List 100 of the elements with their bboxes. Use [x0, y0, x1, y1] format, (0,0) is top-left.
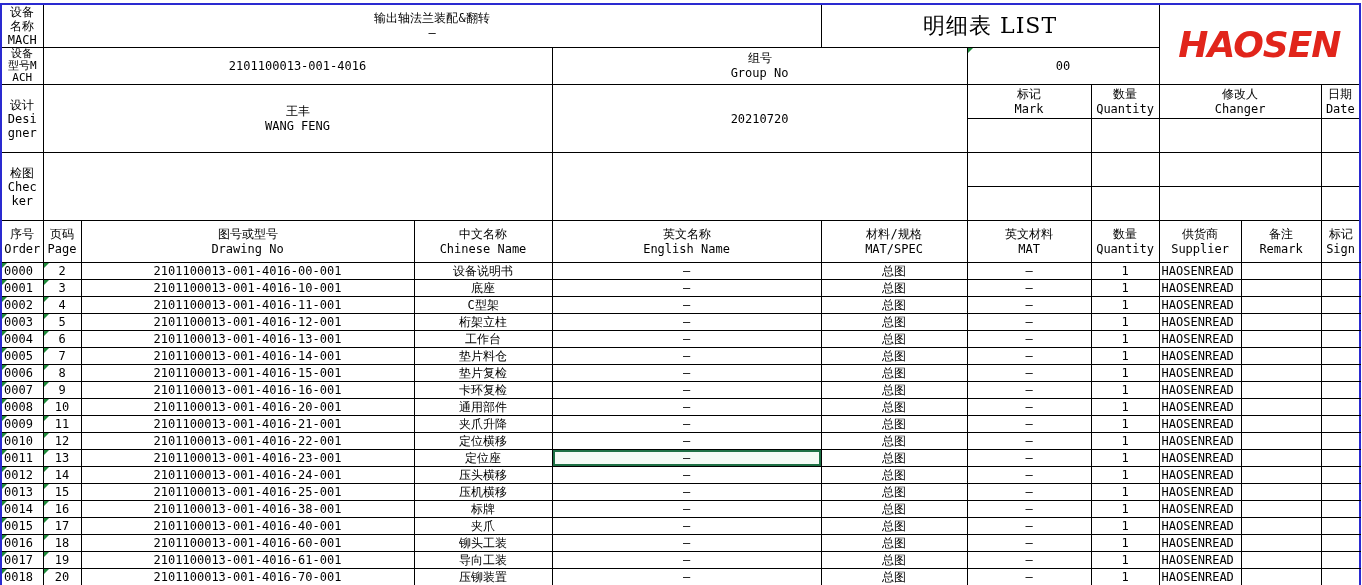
material-cell: 总图 [821, 466, 968, 484]
sheet-title: 明细表 LIST [821, 4, 1160, 48]
chinese-name-cell: 夹爪 [414, 517, 552, 535]
material-cell: 总图 [821, 279, 968, 297]
chinese-name-cell: C型架 [414, 296, 552, 314]
chinese-name-cell: 工作台 [414, 330, 552, 348]
drawing-number-cell: 2101100013-001-4016-10-001 [81, 279, 414, 297]
quantity-cell: 1 [1091, 432, 1160, 450]
quantity-cell: 1 [1091, 347, 1160, 365]
english-name-cell[interactable]: – [552, 381, 822, 399]
supplier-cell: HAOSENREAD [1159, 279, 1242, 297]
english-name-cell[interactable]: – [552, 262, 822, 280]
english-material-cell: – [967, 466, 1092, 484]
material-cell: 总图 [821, 483, 968, 501]
drawing-number-cell: 2101100013-001-4016-21-001 [81, 415, 414, 433]
english-material-cell: – [967, 432, 1092, 450]
column-header: 中文名称 Chinese Name [414, 220, 552, 263]
supplier-cell: HAOSENREAD [1159, 364, 1242, 382]
order-cell: 0011 [1, 449, 43, 467]
quantity-cell: 1 [1091, 364, 1160, 382]
drawing-number-cell: 2101100013-001-4016-25-001 [81, 483, 414, 501]
material-cell: 总图 [821, 500, 968, 518]
english-name-cell[interactable]: – [552, 415, 822, 433]
drawing-number-cell: 2101100013-001-4016-61-001 [81, 551, 414, 569]
order-cell: 0008 [1, 398, 43, 416]
english-name-cell[interactable]: – [552, 500, 822, 518]
order-cell: 0018 [1, 568, 43, 585]
english-name-cell[interactable]: – [552, 330, 822, 348]
page-cell: 13 [43, 449, 81, 467]
column-header: 英文材料 MAT [967, 220, 1092, 263]
english-name-cell[interactable]: – [552, 483, 822, 501]
order-cell: 0017 [1, 551, 43, 569]
supplier-cell: HAOSENREAD [1159, 551, 1242, 569]
empty-cell [1091, 186, 1160, 221]
chinese-name-cell: 铆头工装 [414, 534, 552, 552]
english-name-cell[interactable]: – [552, 279, 822, 297]
english-name-cell[interactable]: – [552, 551, 822, 569]
supplier-cell: HAOSENREAD [1159, 296, 1242, 314]
english-material-cell: – [967, 296, 1092, 314]
chinese-name-cell: 导向工装 [414, 551, 552, 569]
page-cell: 10 [43, 398, 81, 416]
english-name-cell[interactable]: – [552, 466, 822, 484]
order-cell: 0002 [1, 296, 43, 314]
english-name-cell[interactable]: – [552, 398, 822, 416]
english-material-cell: – [967, 551, 1092, 569]
material-cell: 总图 [821, 398, 968, 416]
english-material-cell: – [967, 449, 1092, 467]
page-cell: 12 [43, 432, 81, 450]
english-name-cell[interactable]: – [552, 313, 822, 331]
page-cell: 4 [43, 296, 81, 314]
english-name-cell[interactable]: – [552, 347, 822, 365]
supplier-cell: HAOSENREAD [1159, 500, 1242, 518]
chinese-name-cell: 通用部件 [414, 398, 552, 416]
quantity-cell: 1 [1091, 330, 1160, 348]
page-cell: 14 [43, 466, 81, 484]
english-material-cell: – [967, 347, 1092, 365]
quantity-cell: 1 [1091, 296, 1160, 314]
quantity-cell: 1 [1091, 398, 1160, 416]
quantity-cell: 1 [1091, 279, 1160, 297]
drawing-number-cell: 2101100013-001-4016-24-001 [81, 466, 414, 484]
english-name-cell[interactable]: – [552, 296, 822, 314]
quantity-cell: 1 [1091, 534, 1160, 552]
english-name-cell[interactable]: – [552, 364, 822, 382]
revision-header: 标记 Mark [967, 84, 1092, 119]
english-name-cell[interactable]: – [552, 534, 822, 552]
english-material-cell: – [967, 262, 1092, 280]
drawing-number-cell: 2101100013-001-4016-11-001 [81, 296, 414, 314]
supplier-cell: HAOSENREAD [1159, 466, 1242, 484]
english-material-cell: – [967, 415, 1092, 433]
designer-cell: 王丰 WANG FENG [43, 84, 552, 153]
page-cell: 19 [43, 551, 81, 569]
quantity-cell: 1 [1091, 449, 1160, 467]
chinese-name-cell: 定位横移 [414, 432, 552, 450]
drawing-number-cell: 2101100013-001-4016-12-001 [81, 313, 414, 331]
page-cell: 8 [43, 364, 81, 382]
supplier-cell: HAOSENREAD [1159, 449, 1242, 467]
chinese-name-cell: 垫片料仓 [414, 347, 552, 365]
english-name-cell[interactable]: – [552, 517, 822, 535]
company-logo: HAOSEN [1178, 24, 1341, 65]
material-cell: 总图 [821, 449, 968, 467]
page-cell: 17 [43, 517, 81, 535]
english-material-cell: – [967, 534, 1092, 552]
drawing-number-cell: 2101100013-001-4016-15-001 [81, 364, 414, 382]
page-cell: 11 [43, 415, 81, 433]
page-cell: 20 [43, 568, 81, 585]
material-cell: 总图 [821, 364, 968, 382]
drawing-number-cell: 2101100013-001-4016-00-001 [81, 262, 414, 280]
english-material-cell: – [967, 364, 1092, 382]
drawing-number-cell: 2101100013-001-4016-60-001 [81, 534, 414, 552]
label-cell: 组号 Group No [552, 47, 968, 85]
page-cell: 15 [43, 483, 81, 501]
order-cell: 0000 [1, 262, 43, 280]
drawing-number-cell: 2101100013-001-4016-13-001 [81, 330, 414, 348]
quantity-cell: 1 [1091, 262, 1160, 280]
drawing-number-cell: 2101100013-001-4016-23-001 [81, 449, 414, 467]
english-name-cell[interactable]: – [552, 432, 822, 450]
supplier-cell: HAOSENREAD [1159, 330, 1242, 348]
revision-header: 数量 Quantity [1091, 84, 1160, 119]
chinese-name-cell: 桁架立柱 [414, 313, 552, 331]
revision-header: 修改人 Changer [1159, 84, 1322, 119]
